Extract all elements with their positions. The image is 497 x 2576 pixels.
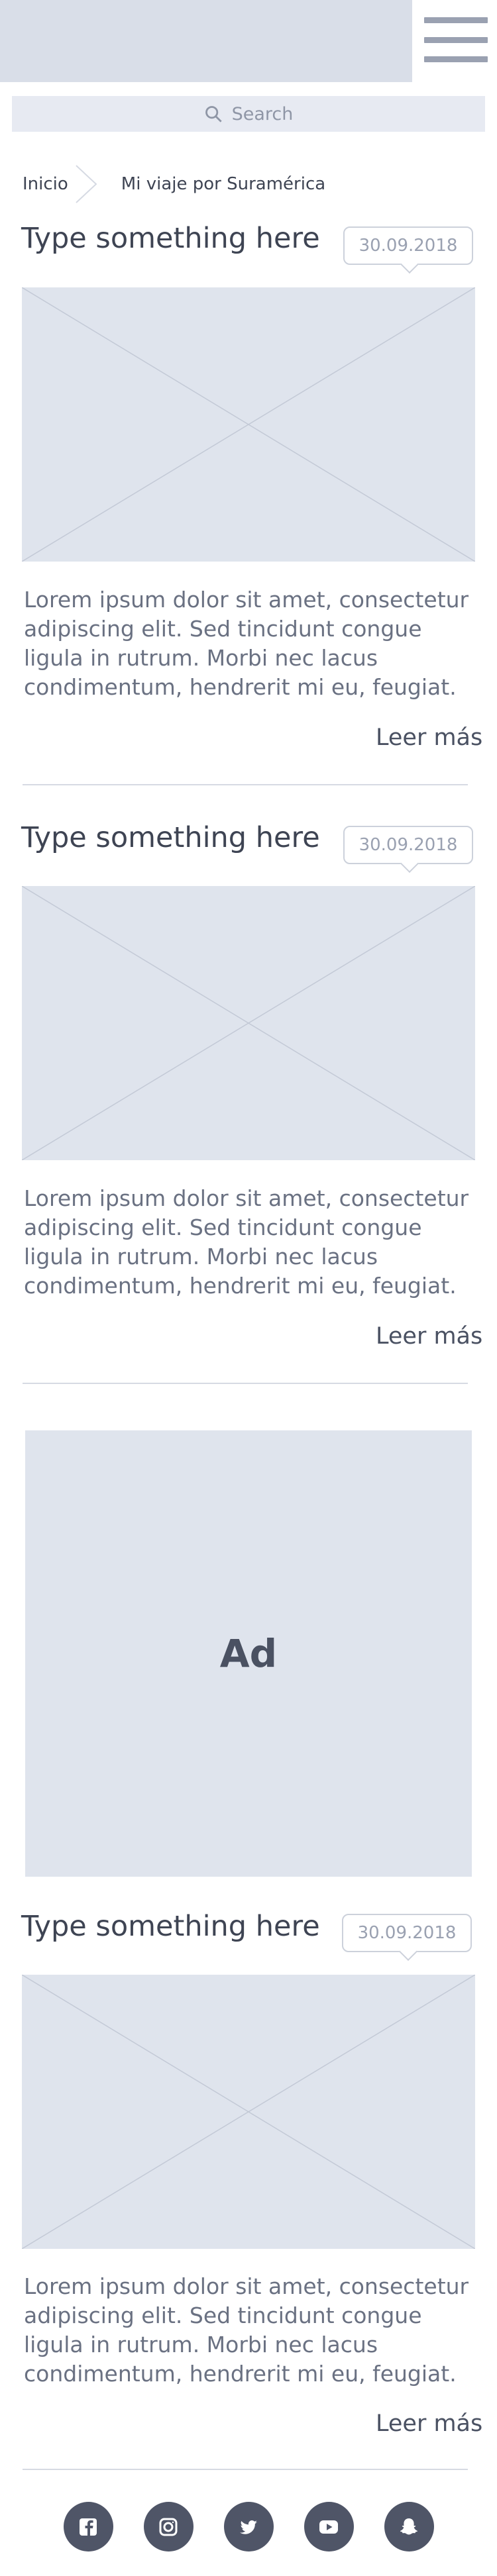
twitter-icon[interactable] [223, 2502, 274, 2551]
divider [23, 2469, 468, 2470]
search-input[interactable]: Search [12, 96, 485, 132]
divider [23, 784, 468, 785]
post-date: 30.09.2018 [343, 226, 473, 265]
read-more-link[interactable]: Leer más [376, 1323, 482, 1350]
post-excerpt: Lorem ipsum dolor sit amet, consectetur … [24, 587, 469, 700]
youtube-glyph [319, 2520, 338, 2534]
post-title[interactable]: Type something here [21, 1910, 320, 1943]
divider [23, 1383, 468, 1384]
social-links [0, 2502, 497, 2555]
read-more-link[interactable]: Leer más [376, 724, 482, 751]
post-excerpt: Lorem ipsum dolor sit amet, consectetur … [24, 1185, 469, 1299]
post-excerpt: Lorem ipsum dolor sit amet, consectetur … [24, 2273, 469, 2387]
snapchat-icon[interactable] [384, 2502, 434, 2551]
breadcrumb: Inicio Mi viaje por Suramérica [23, 164, 325, 204]
post-title[interactable]: Type something here [21, 222, 320, 255]
post-title[interactable]: Type something here [21, 821, 320, 854]
instagram-icon[interactable] [143, 2502, 193, 2551]
search-icon [205, 106, 222, 123]
post-image-placeholder[interactable] [22, 1975, 475, 2249]
menu-line [424, 36, 488, 43]
image-placeholder-icon [22, 1975, 475, 2249]
ad-banner[interactable]: Ad [25, 1430, 472, 1877]
youtube-icon[interactable] [304, 2502, 354, 2551]
post-date: 30.09.2018 [343, 826, 473, 864]
read-more-link[interactable]: Leer más [376, 2410, 482, 2437]
menu-line [424, 17, 488, 23]
ad-label: Ad [219, 1631, 278, 1676]
logo-placeholder[interactable] [0, 0, 412, 82]
instagram-glyph [159, 2518, 178, 2536]
image-placeholder-icon [22, 287, 475, 562]
search-placeholder: Search [231, 103, 294, 124]
menu-line [424, 56, 488, 62]
chevron-right-icon [76, 165, 97, 203]
facebook-glyph [80, 2518, 97, 2536]
snapchat-glyph [400, 2518, 418, 2534]
image-placeholder-icon [22, 886, 475, 1160]
post-image-placeholder[interactable] [22, 287, 475, 562]
breadcrumb-item-current: Mi viaje por Suramérica [121, 174, 326, 194]
twitter-glyph [240, 2520, 257, 2534]
post-date: 30.09.2018 [342, 1914, 472, 1952]
hamburger-menu-icon[interactable] [424, 17, 488, 62]
post-image-placeholder[interactable] [22, 886, 475, 1160]
facebook-icon[interactable] [63, 2502, 113, 2551]
breadcrumb-item-inicio[interactable]: Inicio [23, 174, 68, 194]
